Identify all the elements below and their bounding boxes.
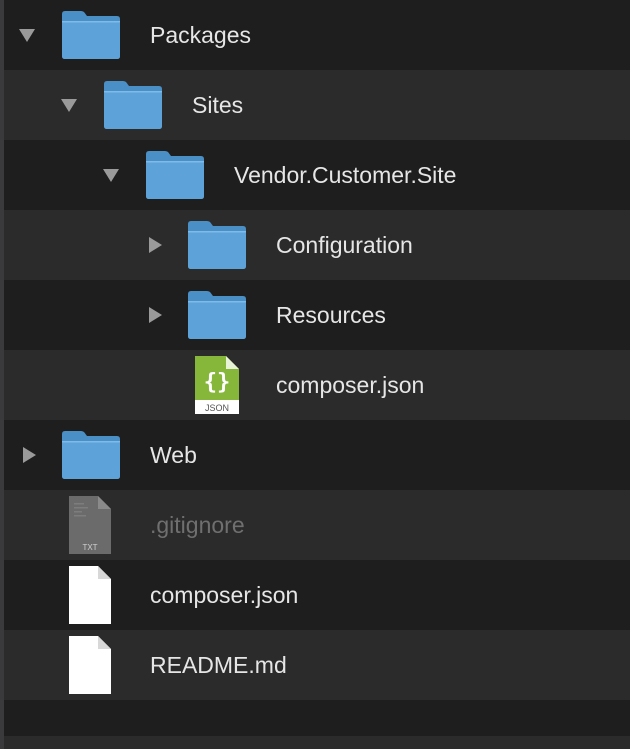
folder-icon bbox=[186, 220, 248, 270]
item-label: Resources bbox=[276, 302, 386, 328]
folder-icon bbox=[144, 150, 206, 200]
finder-list-view: Packages Sites Vendor.Customer.Site Conf… bbox=[0, 0, 630, 749]
list-row-configuration[interactable]: Configuration bbox=[4, 210, 630, 280]
empty-row bbox=[4, 736, 630, 749]
list-row-composer-json[interactable]: composer.json bbox=[4, 560, 630, 630]
item-label: Web bbox=[150, 442, 197, 468]
list-row-vendor-customer-site[interactable]: Vendor.Customer.Site bbox=[4, 140, 630, 210]
folder-icon bbox=[60, 430, 122, 480]
list-row-readme[interactable]: README.md bbox=[4, 630, 630, 700]
item-label: Sites bbox=[192, 92, 244, 118]
document-icon bbox=[68, 635, 112, 695]
json-file-icon: {} JSON bbox=[194, 355, 240, 415]
item-label: .gitignore bbox=[150, 512, 245, 538]
list-row-web[interactable]: Web bbox=[4, 420, 630, 490]
disclosure-triangle-right-icon[interactable] bbox=[146, 306, 164, 324]
empty-row bbox=[4, 700, 630, 736]
disclosure-triangle-right-icon[interactable] bbox=[146, 236, 164, 254]
folder-icon bbox=[60, 10, 122, 60]
disclosure-triangle-down-icon[interactable] bbox=[102, 166, 120, 184]
list-row-gitignore[interactable]: TXT .gitignore bbox=[4, 490, 630, 560]
disclosure-triangle-down-icon[interactable] bbox=[60, 96, 78, 114]
disclosure-triangle-down-icon[interactable] bbox=[18, 26, 36, 44]
list-row-resources[interactable]: Resources bbox=[4, 280, 630, 350]
folder-icon bbox=[102, 80, 164, 130]
list-row-packages[interactable]: Packages bbox=[4, 0, 630, 70]
list-row-sites[interactable]: Sites bbox=[4, 70, 630, 140]
folder-icon bbox=[186, 290, 248, 340]
item-label: Packages bbox=[150, 22, 252, 48]
item-label: Configuration bbox=[276, 232, 413, 258]
item-label: composer.json bbox=[150, 582, 299, 608]
text-file-icon: TXT bbox=[68, 495, 112, 555]
disclosure-triangle-right-icon[interactable] bbox=[20, 446, 38, 464]
document-icon bbox=[68, 565, 112, 625]
json-icon-glyph: {} bbox=[204, 370, 231, 395]
txt-icon-badge: TXT bbox=[82, 543, 97, 552]
list-row-composer-json-nested[interactable]: {} JSON composer.json bbox=[4, 350, 630, 420]
json-icon-badge: JSON bbox=[205, 403, 229, 413]
item-label: Vendor.Customer.Site bbox=[234, 162, 457, 188]
item-label: composer.json bbox=[276, 372, 425, 398]
item-label: README.md bbox=[150, 652, 287, 678]
